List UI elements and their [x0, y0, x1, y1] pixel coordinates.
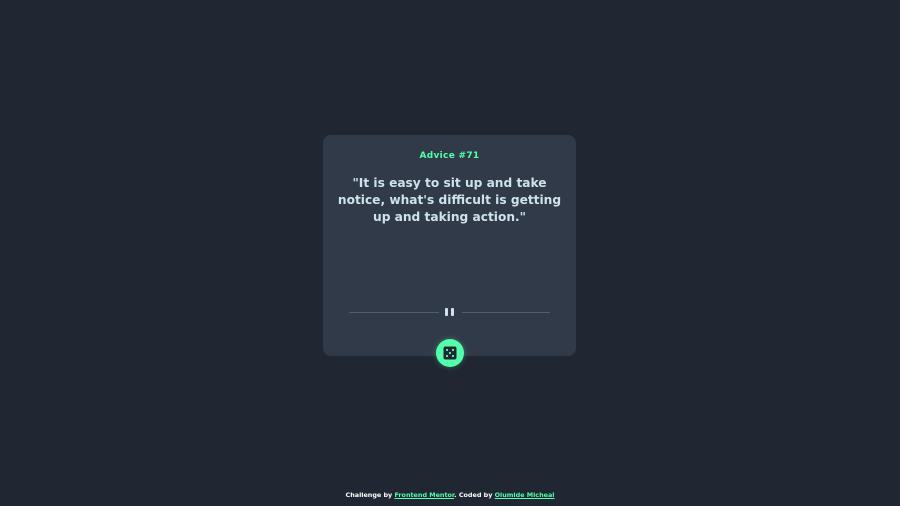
- pause-icon: [445, 307, 455, 316]
- generate-advice-button[interactable]: [436, 339, 464, 367]
- advice-quote: "It is easy to sit up and take notice, w…: [337, 176, 562, 224]
- challenge-prefix: Challenge by: [345, 491, 393, 499]
- attribution: Challenge by Frontend Mentor. Coded by O…: [0, 491, 900, 499]
- advice-card: Advice #71 "It is easy to sit up and tak…: [323, 135, 576, 356]
- divider: [349, 307, 550, 317]
- dice-icon: [443, 346, 457, 360]
- coded-prefix: . Coded by: [454, 491, 493, 499]
- advice-id: Advice #71: [419, 151, 480, 161]
- divider-line-right: [462, 312, 550, 313]
- frontend-mentor-link[interactable]: Frontend Mentor: [394, 491, 454, 499]
- page: Advice #71 "It is easy to sit up and tak…: [0, 0, 900, 506]
- author-link[interactable]: Olumide Micheal: [495, 491, 555, 499]
- divider-line-left: [349, 312, 439, 313]
